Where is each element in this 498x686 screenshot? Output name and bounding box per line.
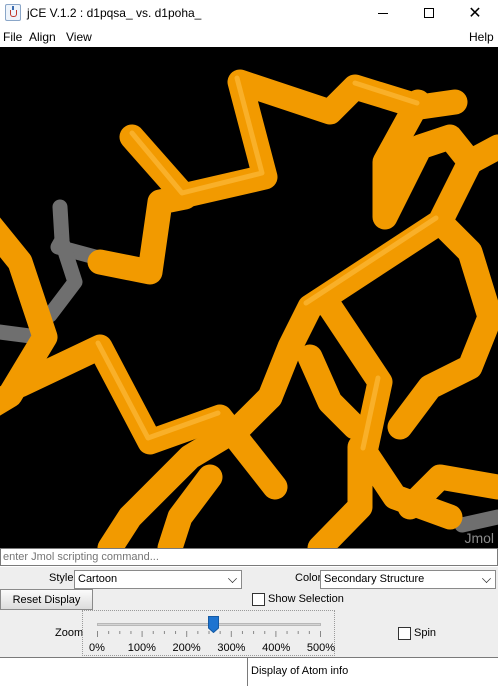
menu-view[interactable]: View: [66, 30, 92, 44]
reset-display-button[interactable]: Reset Display: [0, 589, 93, 610]
menu-bar: File Align View Help: [0, 27, 498, 47]
zoom-thumb[interactable]: [207, 616, 219, 633]
jmol-command-input[interactable]: [0, 548, 498, 566]
zoom-tick-label: 200%: [172, 642, 201, 654]
chevron-down-icon: [482, 574, 491, 583]
aligned-backbone: [0, 69, 498, 548]
atom-info-status: Display of Atom info: [251, 665, 349, 677]
minimize-icon: [378, 12, 388, 14]
spin-checkbox[interactable]: [398, 627, 411, 640]
zoom-tick-label: 500%: [306, 642, 336, 654]
java-cup-icon: [5, 4, 21, 21]
menu-align[interactable]: Align: [29, 30, 56, 44]
color-select[interactable]: Secondary Structure: [320, 570, 496, 589]
style-value: Cartoon: [78, 573, 118, 585]
chevron-down-icon: [228, 574, 237, 583]
menu-help[interactable]: Help: [469, 30, 494, 44]
window-title: jCE V.1.2 : d1pqsa_ vs. d1poha_: [27, 6, 202, 20]
spin-label: Spin: [414, 627, 437, 639]
close-button[interactable]: ✕: [452, 0, 498, 26]
menu-file[interactable]: File: [3, 30, 22, 44]
protein-structure-render: [0, 69, 498, 548]
style-select[interactable]: Cartoon: [74, 570, 242, 589]
zoom-tick-label: 300%: [217, 642, 246, 654]
show-selection-checkbox[interactable]: [252, 593, 265, 606]
jmol-logo: Jmol: [464, 530, 494, 546]
zoom-tick-label: 0%: [89, 642, 105, 654]
jmol-3d-viewer[interactable]: Jmol: [0, 47, 498, 548]
control-panel: Style Cartoon Color Secondary Structure …: [0, 567, 498, 657]
maximize-icon: [424, 8, 434, 18]
zoom-tick-label: 100%: [127, 642, 156, 654]
zoom-label: Zoom: [55, 627, 84, 639]
show-selection-label: Show Selection: [268, 593, 344, 605]
maximize-button[interactable]: [406, 0, 452, 26]
color-value: Secondary Structure: [324, 573, 425, 585]
status-bar: Display of Atom info: [0, 657, 498, 686]
minimize-button[interactable]: [360, 0, 406, 26]
zoom-slider[interactable]: 0% 100% 200% 300% 400% 500%: [82, 610, 335, 656]
close-icon: ✕: [468, 3, 482, 22]
style-label: Style: [49, 572, 74, 584]
status-left-panel: [0, 658, 248, 686]
color-label: Color: [295, 572, 322, 584]
title-bar: jCE V.1.2 : d1pqsa_ vs. d1poha_ ✕: [0, 0, 498, 26]
zoom-tick-label: 400%: [262, 642, 291, 654]
